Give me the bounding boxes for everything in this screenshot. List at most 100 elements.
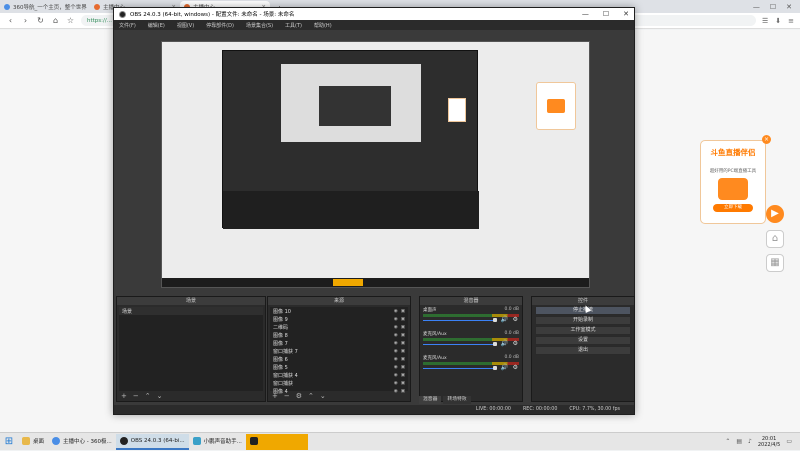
speaker-icon[interactable]: 🔊 bbox=[501, 364, 508, 371]
channel-db: 0.0 dB bbox=[504, 355, 519, 361]
eye-icon[interactable]: ◉ bbox=[394, 317, 398, 322]
clock[interactable]: 20:01 2022/4/5 bbox=[758, 436, 780, 448]
extension-icon[interactable]: ☰ bbox=[762, 17, 768, 25]
source-item[interactable]: 窗口捕获 7◉▣ bbox=[270, 347, 408, 355]
eye-icon[interactable]: ◉ bbox=[394, 381, 398, 386]
gear-icon[interactable]: ⚙ bbox=[513, 340, 518, 347]
move-up-button[interactable]: ⌃ bbox=[308, 392, 314, 400]
tab-mixer[interactable]: 混音器 bbox=[419, 396, 441, 404]
menu-edit[interactable]: 编辑(E) bbox=[148, 22, 165, 29]
lock-icon[interactable]: ▣ bbox=[401, 389, 405, 394]
minimize-icon[interactable]: — bbox=[753, 3, 760, 11]
lock-icon[interactable]: ▣ bbox=[401, 309, 405, 314]
source-item[interactable]: 图像 9◉▣ bbox=[270, 315, 408, 323]
speaker-icon[interactable]: 🔊 bbox=[501, 340, 508, 347]
lock-icon[interactable]: ▣ bbox=[401, 373, 405, 378]
play-icon[interactable]: ▶ bbox=[766, 205, 784, 223]
move-up-button[interactable]: ⌃ bbox=[145, 392, 151, 400]
speaker-icon[interactable]: 🔊 bbox=[501, 316, 508, 323]
qrcode-icon[interactable]: ▦ bbox=[766, 254, 784, 272]
source-item[interactable]: 窗口捕获 4◉▣ bbox=[270, 371, 408, 379]
menu-scene-collection[interactable]: 场景集合(S) bbox=[246, 22, 273, 29]
maximize-icon[interactable]: ☐ bbox=[770, 3, 776, 11]
lock-icon[interactable]: ▣ bbox=[401, 365, 405, 370]
source-item[interactable]: 图像 10◉▣ bbox=[270, 307, 408, 315]
volume-slider[interactable]: 🔊⚙ bbox=[423, 342, 519, 346]
chevron-up-icon[interactable]: ⌃ bbox=[725, 438, 730, 445]
windows-start-icon[interactable]: ⊞ bbox=[0, 433, 18, 451]
eye-icon[interactable]: ◉ bbox=[394, 341, 398, 346]
add-source-button[interactable]: + bbox=[272, 392, 278, 400]
volume-icon[interactable]: ♪ bbox=[748, 438, 752, 445]
eye-icon[interactable]: ◉ bbox=[394, 325, 398, 330]
remove-scene-button[interactable]: − bbox=[133, 392, 139, 400]
source-item[interactable]: 图像 7◉▣ bbox=[270, 339, 408, 347]
eye-icon[interactable]: ◉ bbox=[394, 349, 398, 354]
ad-card[interactable]: × 斗鱼直播伴侣 超好用的PC端直播工具 立即下载 bbox=[700, 140, 766, 224]
add-scene-button[interactable]: + bbox=[121, 392, 127, 400]
move-down-button[interactable]: ⌄ bbox=[157, 392, 163, 400]
source-item[interactable]: 二维码◉▣ bbox=[270, 323, 408, 331]
eye-icon[interactable]: ◉ bbox=[394, 357, 398, 362]
maximize-icon[interactable]: ☐ bbox=[603, 10, 609, 18]
gear-icon[interactable]: ⚙ bbox=[513, 364, 518, 371]
network-icon[interactable]: ▤ bbox=[736, 438, 742, 445]
download-button[interactable]: 立即下载 bbox=[713, 204, 753, 212]
close-icon[interactable]: × bbox=[762, 135, 771, 144]
tab-favicon bbox=[94, 4, 100, 10]
lock-icon[interactable]: ▣ bbox=[401, 341, 405, 346]
lock-icon[interactable]: ▣ bbox=[401, 349, 405, 354]
move-down-button[interactable]: ⌄ bbox=[320, 392, 326, 400]
eye-icon[interactable]: ◉ bbox=[394, 365, 398, 370]
start-recording-button[interactable]: 开始录制 bbox=[535, 316, 631, 325]
taskbar-item-obs[interactable]: OBS 24.0.3 (64-bi... bbox=[116, 434, 189, 450]
forward-icon[interactable]: › bbox=[21, 16, 30, 25]
close-icon[interactable]: ✕ bbox=[786, 3, 792, 11]
exit-button[interactable]: 退出 bbox=[535, 346, 631, 355]
reload-icon[interactable]: ↻ bbox=[36, 16, 45, 25]
menu-file[interactable]: 文件(F) bbox=[119, 22, 136, 29]
minimize-icon[interactable]: — bbox=[582, 10, 589, 18]
studio-mode-button[interactable]: 工作室模式 bbox=[535, 326, 631, 335]
lock-icon[interactable]: ▣ bbox=[401, 357, 405, 362]
home-icon[interactable]: ⌂ bbox=[766, 230, 784, 248]
lock-icon[interactable]: ▣ bbox=[401, 317, 405, 322]
settings-button[interactable]: 设置 bbox=[535, 336, 631, 345]
eye-icon[interactable]: ◉ bbox=[394, 333, 398, 338]
close-icon[interactable]: ✕ bbox=[623, 10, 629, 18]
source-item[interactable]: 图像 5◉▣ bbox=[270, 363, 408, 371]
source-item[interactable]: 图像 8◉▣ bbox=[270, 331, 408, 339]
taskbar-item-desktop[interactable]: 桌面 bbox=[18, 434, 48, 450]
eye-icon[interactable]: ◉ bbox=[394, 309, 398, 314]
download-icon[interactable]: ⬇ bbox=[775, 17, 781, 25]
notification-icon[interactable]: ▭ bbox=[786, 438, 792, 445]
eye-icon[interactable]: ◉ bbox=[394, 389, 398, 394]
source-item[interactable]: 图像 6◉▣ bbox=[270, 355, 408, 363]
taskbar-item-app[interactable] bbox=[246, 434, 308, 450]
back-icon[interactable]: ‹ bbox=[6, 16, 15, 25]
eye-icon[interactable]: ◉ bbox=[394, 373, 398, 378]
menu-view[interactable]: 视图(V) bbox=[177, 22, 194, 29]
volume-slider[interactable]: 🔊⚙ bbox=[423, 318, 519, 322]
remove-source-button[interactable]: − bbox=[284, 392, 290, 400]
volume-slider[interactable]: 🔊⚙ bbox=[423, 366, 519, 370]
home-icon[interactable]: ⌂ bbox=[51, 16, 60, 25]
menu-help[interactable]: 帮助(H) bbox=[314, 22, 332, 29]
tab-transitions[interactable]: 转场特效 bbox=[443, 396, 470, 404]
scene-item[interactable]: 场景 bbox=[119, 307, 263, 315]
star-icon[interactable]: ☆ bbox=[66, 16, 75, 25]
menu-icon[interactable]: ≡ bbox=[788, 17, 794, 25]
browser-tab-1[interactable]: 360导航_一个主页，整个世界 × bbox=[0, 1, 90, 13]
menu-docks[interactable]: 停靠部件(D) bbox=[206, 22, 234, 29]
channel-db: 0.0 dB bbox=[504, 331, 519, 337]
gear-icon[interactable]: ⚙ bbox=[296, 392, 302, 400]
lock-icon[interactable]: ▣ bbox=[401, 333, 405, 338]
source-item[interactable]: 窗口捕获◉▣ bbox=[270, 379, 408, 387]
lock-icon[interactable]: ▣ bbox=[401, 325, 405, 330]
menu-tools[interactable]: 工具(T) bbox=[285, 22, 302, 29]
taskbar-item-voice[interactable]: 小鹏声音助手... bbox=[189, 434, 246, 450]
preview-canvas[interactable] bbox=[161, 41, 590, 288]
gear-icon[interactable]: ⚙ bbox=[513, 316, 518, 323]
taskbar-item-browser[interactable]: 主播中心 - 360极... bbox=[48, 434, 116, 450]
lock-icon[interactable]: ▣ bbox=[401, 381, 405, 386]
